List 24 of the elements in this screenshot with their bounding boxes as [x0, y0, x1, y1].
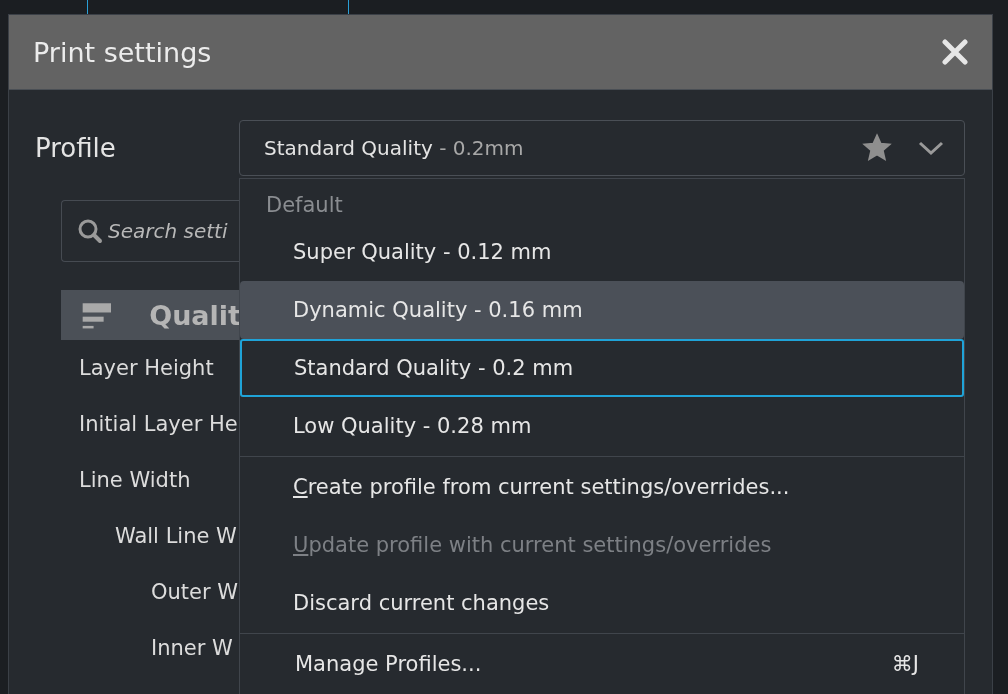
- menu-item[interactable]: Discard current changes: [240, 574, 964, 632]
- menu-item[interactable]: Super Quality - 0.12 mm: [240, 223, 964, 281]
- setting-label: Wall Line W: [115, 524, 237, 548]
- setting-label: Layer Height: [79, 356, 214, 380]
- profile-dropdown[interactable]: Standard Quality - 0.2mm: [239, 120, 965, 176]
- search-field[interactable]: Search setti: [61, 200, 241, 262]
- close-icon[interactable]: [942, 39, 968, 65]
- star-icon[interactable]: [862, 133, 892, 163]
- menu-section-header: Default: [265, 192, 344, 219]
- setting-label: Initial Layer He: [79, 412, 238, 436]
- menu-item[interactable]: Low Quality - 0.28 mm: [240, 397, 964, 455]
- setting-label: Outer W: [151, 580, 239, 604]
- chevron-down-icon[interactable]: [918, 140, 944, 156]
- profile-label: Profile: [35, 133, 117, 163]
- category-header[interactable]: Qualit: [61, 290, 241, 340]
- menu-item[interactable]: Create profile from current settings/overrides...: [240, 458, 964, 516]
- window-title: Print settings: [33, 36, 212, 68]
- setting-label: Inner W: [151, 636, 233, 660]
- menu-item[interactable]: Manage Profiles... ⌘J: [240, 635, 964, 693]
- search-icon: [77, 218, 103, 244]
- menu-item[interactable]: Standard Quality - 0.2 mm: [240, 339, 964, 397]
- shortcut-label: ⌘J: [891, 652, 919, 676]
- menu-item[interactable]: Dynamic Quality - 0.16 mm: [240, 281, 964, 339]
- setting-label: Line Width: [79, 468, 191, 492]
